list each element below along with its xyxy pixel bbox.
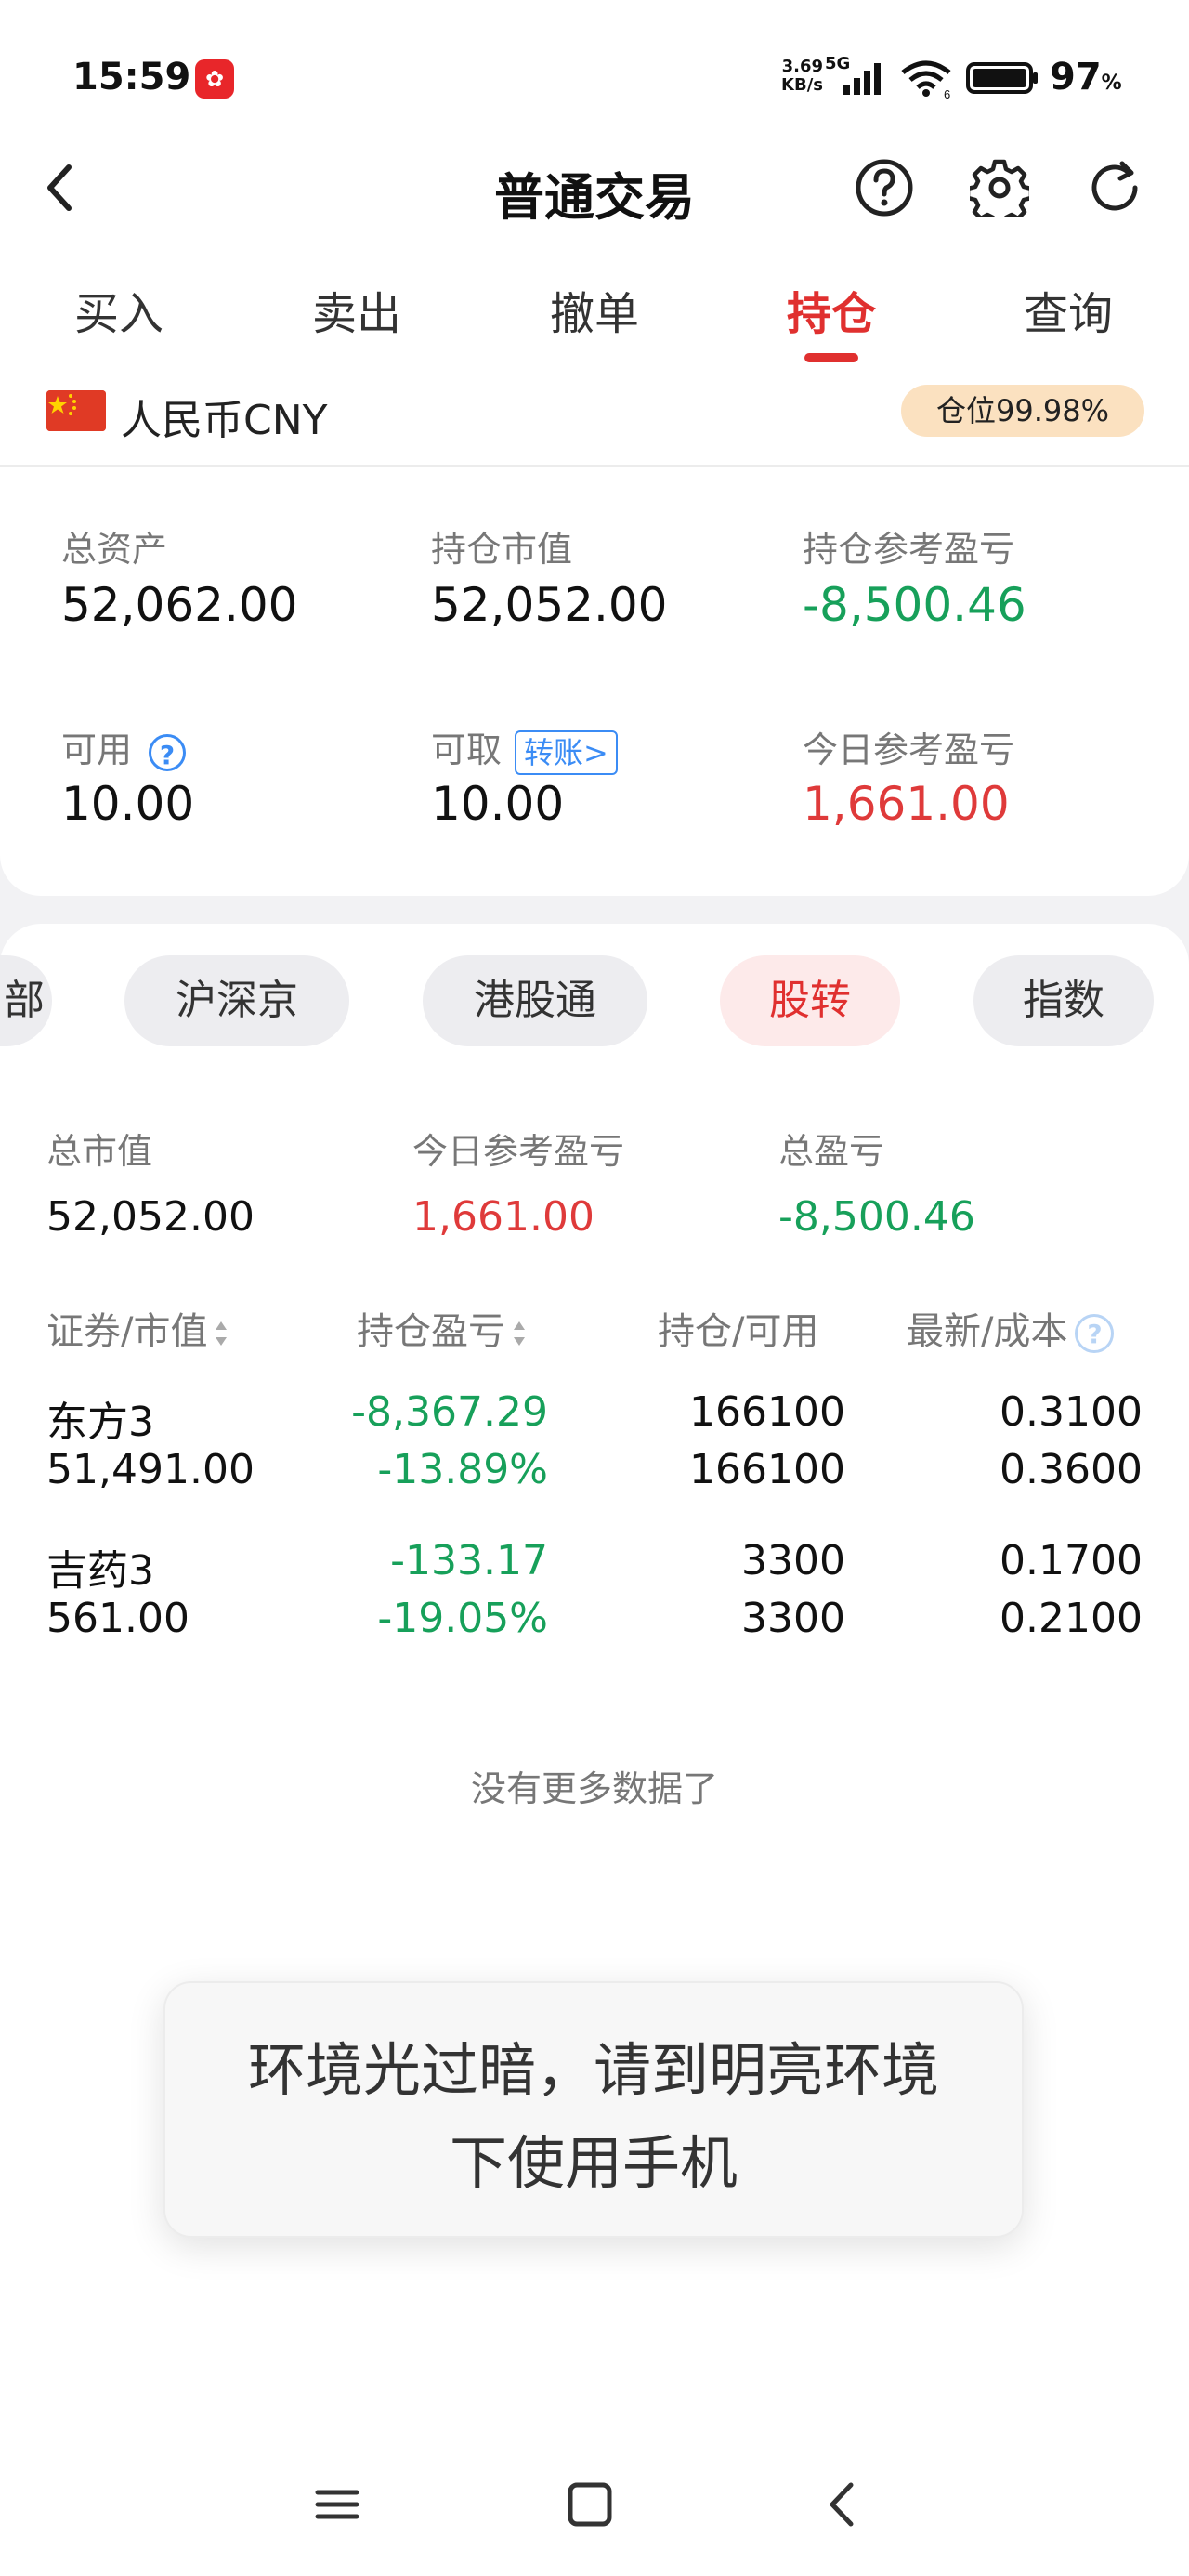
position-pnl: -8,367.29: [351, 1388, 548, 1436]
security-market-value: 561.00: [46, 1595, 189, 1642]
col-security[interactable]: 证券/市值: [46, 1301, 229, 1355]
app-notification-icon: ✿: [195, 59, 234, 99]
today-pnl-label: 今日参考盈亏: [803, 729, 1015, 770]
available-label: 可用?: [61, 721, 187, 772]
network-speed: 3.69 KB/s: [767, 58, 823, 95]
refresh-icon[interactable]: [1085, 158, 1144, 217]
chip-neeq[interactable]: 股转: [720, 955, 900, 1046]
market-value-value: 52,052.00: [431, 578, 668, 632]
sort-icon: [514, 1321, 525, 1346]
position-ratio-badge: 仓位99.98%: [901, 385, 1144, 437]
battery-percent: 97%: [1050, 56, 1122, 99]
help-circle-icon[interactable]: [855, 158, 914, 217]
tab-query[interactable]: 查询: [985, 277, 1152, 342]
cost-price: 0.2100: [1000, 1595, 1143, 1642]
withdrawable-label-text: 可取: [431, 729, 503, 770]
latest-price: 0.1700: [1000, 1537, 1143, 1584]
wifi-sub-label: 6: [944, 87, 950, 99]
col-price-label: 最新/成本: [907, 1310, 1068, 1353]
summary-total-pnl-value: -8,500.46: [778, 1193, 975, 1241]
china-flag-icon: [46, 390, 106, 431]
security-market-value: 51,491.00: [46, 1446, 255, 1493]
total-market-value: 52,052.00: [46, 1193, 255, 1241]
available-label-text: 可用: [61, 729, 133, 770]
nav-back-icon[interactable]: [810, 2472, 875, 2537]
chip-hk-connect[interactable]: 港股通: [423, 955, 647, 1046]
status-time: 15:59: [72, 56, 191, 99]
chip-index[interactable]: 指数: [973, 955, 1154, 1046]
position-qty: 3300: [741, 1537, 845, 1584]
withdrawable-label: 可取 转账>: [431, 721, 618, 775]
home-icon[interactable]: [557, 2472, 622, 2537]
summary-today-pnl-value: 1,661.00: [412, 1193, 594, 1241]
help-icon[interactable]: ?: [149, 733, 187, 771]
total-assets-label: 总资产: [61, 529, 168, 570]
signal-icon: [843, 63, 881, 95]
tab-sell[interactable]: 卖出: [273, 277, 440, 342]
gear-icon[interactable]: [970, 158, 1029, 217]
battery-percent-sign: %: [1101, 72, 1122, 95]
col-pnl-label: 持仓盈亏: [357, 1310, 505, 1353]
network-speed-unit: KB/s: [781, 75, 823, 95]
total-assets-value: 52,062.00: [61, 578, 298, 632]
position-pnl: -133.17: [390, 1537, 548, 1584]
col-pnl[interactable]: 持仓盈亏: [357, 1301, 528, 1355]
position-pnl-pct: -13.89%: [377, 1446, 548, 1493]
available-qty: 166100: [689, 1446, 845, 1493]
currency-label: 人民币CNY: [121, 397, 328, 444]
position-pnl-pct: -19.05%: [377, 1595, 548, 1642]
menu-icon[interactable]: [305, 2472, 370, 2537]
tab-cancel[interactable]: 撤单: [511, 277, 678, 342]
chip-shanghai-shenzhen-beijing[interactable]: 沪深京: [124, 955, 349, 1046]
transfer-button[interactable]: 转账>: [515, 729, 618, 775]
no-more-data-text: 没有更多数据了: [470, 1768, 718, 1809]
summary-total-pnl-label: 总盈亏: [778, 1131, 885, 1172]
tab-buy[interactable]: 买入: [35, 277, 203, 342]
today-pnl-value: 1,661.00: [803, 777, 1010, 831]
network-speed-value: 3.69: [781, 57, 823, 76]
position-qty: 166100: [689, 1388, 845, 1436]
table-row[interactable]: 吉药3 561.00 -133.17 -19.05% 3300 3300 0.1…: [0, 1533, 1189, 1663]
help-icon[interactable]: ?: [1075, 1314, 1115, 1353]
sort-icon: [216, 1321, 228, 1346]
wifi-icon: 6: [901, 60, 951, 99]
col-position: 持仓/可用: [658, 1310, 819, 1353]
cost-price: 0.3600: [1000, 1446, 1143, 1493]
col-price: 最新/成本?: [907, 1301, 1115, 1355]
toast-message: 环境光过暗，请到明亮环境下使用手机: [247, 2036, 939, 2197]
position-pnl-label: 持仓参考盈亏: [803, 529, 1015, 570]
market-value-label: 持仓市值: [431, 529, 573, 570]
ambient-light-toast: 环境光过暗，请到明亮环境下使用手机: [163, 1981, 1024, 2238]
summary-today-pnl-label: 今日参考盈亏: [412, 1131, 625, 1172]
security-name: 吉药3: [46, 1547, 154, 1595]
tab-positions[interactable]: 持仓: [748, 277, 915, 342]
withdrawable-value: 10.00: [431, 777, 565, 831]
col-security-label: 证券/市值: [46, 1310, 208, 1353]
security-name: 东方3: [46, 1399, 154, 1446]
available-value: 10.00: [61, 777, 195, 831]
latest-price: 0.3100: [1000, 1388, 1143, 1436]
table-row[interactable]: 东方3 51,491.00 -8,367.29 -13.89% 166100 1…: [0, 1385, 1189, 1515]
battery-percent-value: 97: [1050, 56, 1102, 99]
total-market-value-label: 总市值: [46, 1131, 153, 1172]
position-pnl-value: -8,500.46: [803, 578, 1026, 632]
battery-icon: [966, 62, 1038, 94]
active-tab-indicator: [804, 353, 858, 362]
available-qty: 3300: [741, 1595, 845, 1642]
